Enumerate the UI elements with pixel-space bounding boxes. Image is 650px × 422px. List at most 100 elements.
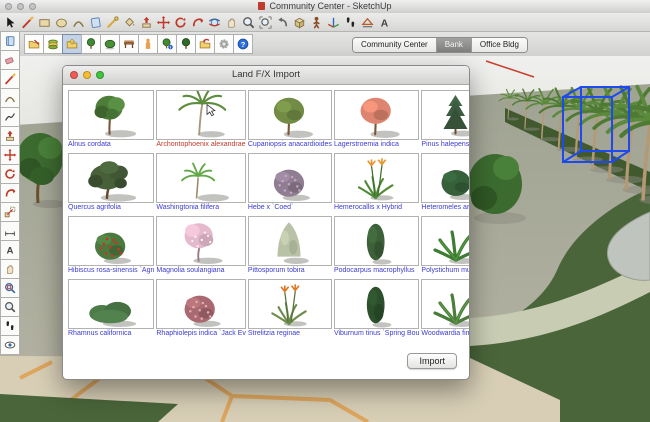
walk-button[interactable]: [342, 14, 359, 31]
pan-button[interactable]: [0, 259, 20, 279]
shapes-icon: [88, 15, 103, 30]
place-shrub-button[interactable]: [100, 34, 120, 54]
push-pull-button[interactable]: [0, 126, 20, 146]
shapes-button[interactable]: [87, 14, 104, 31]
plant-item[interactable]: Rhaphiolepis indica `Jack Ev: [156, 279, 246, 339]
line-button[interactable]: [19, 14, 36, 31]
help-button[interactable]: ?: [233, 34, 253, 54]
new-project-icon: [27, 37, 41, 51]
zoom-window-icon: [3, 281, 17, 295]
plant-item[interactable]: Hibiscus rosa-sinensis `Agn: [68, 216, 154, 276]
rectangle-button[interactable]: [36, 14, 53, 31]
plant-thumbnail: [68, 216, 154, 266]
dialog-zoom-button[interactable]: [96, 71, 104, 79]
make-component-button[interactable]: [291, 14, 308, 31]
plant-item[interactable]: Strelitzia reginae: [248, 279, 332, 339]
walk-button[interactable]: [0, 316, 20, 336]
plant-item[interactable]: Hebe x `Coed`: [248, 153, 332, 213]
plant-thumbnail: [156, 90, 246, 140]
rotate-button[interactable]: [172, 14, 189, 31]
plant-item[interactable]: Podocarpus macrophyllus: [334, 216, 419, 276]
look-around-icon: [3, 338, 17, 352]
place-tree-icon: [84, 37, 98, 51]
tab-office-bldg[interactable]: Office Bldg: [472, 38, 527, 52]
line-icon: [3, 72, 17, 86]
rotate-button[interactable]: [0, 164, 20, 184]
import-button[interactable]: Import: [407, 353, 457, 369]
arc-button[interactable]: [70, 14, 87, 31]
paint-bucket-button[interactable]: [121, 14, 138, 31]
plant-info-button[interactable]: i: [157, 34, 177, 54]
text-button[interactable]: A: [0, 240, 20, 260]
plant-item[interactable]: Lagerstroemia indica: [334, 90, 419, 150]
plant-item[interactable]: Rhamnus californica: [68, 279, 154, 339]
look-around-button[interactable]: [0, 335, 20, 355]
move-button[interactable]: [155, 14, 172, 31]
new-project-button[interactable]: [24, 34, 44, 54]
zoom-extents-button[interactable]: [257, 14, 274, 31]
line-button[interactable]: [0, 69, 20, 89]
text-button[interactable]: A: [376, 14, 393, 31]
site-furniture-icon: [122, 37, 136, 51]
plant-thumbnail: [156, 216, 246, 266]
pan-button[interactable]: [223, 14, 240, 31]
open-project-icon: [65, 37, 79, 51]
place-person-icon: [141, 37, 155, 51]
plant-item[interactable]: Quercus agrifolia: [68, 153, 154, 213]
styles-button[interactable]: [0, 31, 20, 51]
plant-item[interactable]: Pittosporum tobira: [248, 216, 332, 276]
plant-item[interactable]: Cupaniopsis anacardioides: [248, 90, 332, 150]
tape-measure-button[interactable]: [104, 14, 121, 31]
open-project-button[interactable]: [62, 34, 82, 54]
freehand-button[interactable]: [0, 107, 20, 127]
plant-label: Washingtonia filifera: [156, 203, 246, 213]
plant-thumbnail: [156, 153, 246, 203]
plant-label: Lagerstroemia indica: [334, 140, 419, 150]
zoom-button[interactable]: [240, 14, 257, 31]
push-pull-button[interactable]: [138, 14, 155, 31]
plant-label: Viburnum tinus `Spring Bou: [334, 329, 419, 339]
plant-thumbnail: [248, 153, 332, 203]
place-person-button[interactable]: [138, 34, 158, 54]
previous-view-button[interactable]: [274, 14, 291, 31]
plant-item[interactable]: Alnus cordata: [68, 90, 154, 150]
import-plants-icon: [198, 37, 212, 51]
place-tree-button[interactable]: [81, 34, 101, 54]
dialog-close-button[interactable]: [70, 71, 78, 79]
previous-view-icon: [275, 15, 290, 30]
eraser-button[interactable]: [0, 50, 20, 70]
dialog-titlebar[interactable]: Land F/X Import: [63, 66, 469, 85]
tab-bank[interactable]: Bank: [437, 38, 472, 52]
import-plants-button[interactable]: [195, 34, 215, 54]
plant-schedule-button[interactable]: [43, 34, 63, 54]
site-furniture-button[interactable]: [119, 34, 139, 54]
zoom-button[interactable]: [0, 297, 20, 317]
select-button[interactable]: [2, 14, 19, 31]
plant-item[interactable]: Magnolia soulangiana: [156, 216, 246, 276]
plant-item[interactable]: Polystichum munitum: [421, 216, 470, 276]
scale-button[interactable]: [0, 202, 20, 222]
follow-me-button[interactable]: [0, 183, 20, 203]
place-canopy-tree-button[interactable]: [176, 34, 196, 54]
circle-button[interactable]: [53, 14, 70, 31]
plant-item[interactable]: Archontophoenix alexandrae: [156, 90, 246, 150]
plant-item[interactable]: Viburnum tinus `Spring Bou: [334, 279, 419, 339]
zoom-window-button[interactable]: [0, 278, 20, 298]
plant-item[interactable]: Hemerocallis x Hybrid: [334, 153, 419, 213]
dialog-minimize-button[interactable]: [83, 71, 91, 79]
orbit-button[interactable]: [206, 14, 223, 31]
plant-item[interactable]: Heteromeles arbutifolia: [421, 153, 470, 213]
position-camera-button[interactable]: [308, 14, 325, 31]
settings-button[interactable]: [214, 34, 234, 54]
tab-community-center[interactable]: Community Center: [353, 38, 437, 52]
plant-item[interactable]: Woodwardia fimbriata: [421, 279, 470, 339]
plant-item[interactable]: Washingtonia filifera: [156, 153, 246, 213]
arc-button[interactable]: [0, 88, 20, 108]
follow-me-button[interactable]: [189, 14, 206, 31]
dimension-button[interactable]: [0, 221, 20, 241]
move-button[interactable]: [0, 145, 20, 165]
plant-item[interactable]: Pinus halepensis: [421, 90, 470, 150]
plant-thumbnail: [421, 216, 470, 266]
axes-button[interactable]: [325, 14, 342, 31]
section-plane-button[interactable]: [359, 14, 376, 31]
